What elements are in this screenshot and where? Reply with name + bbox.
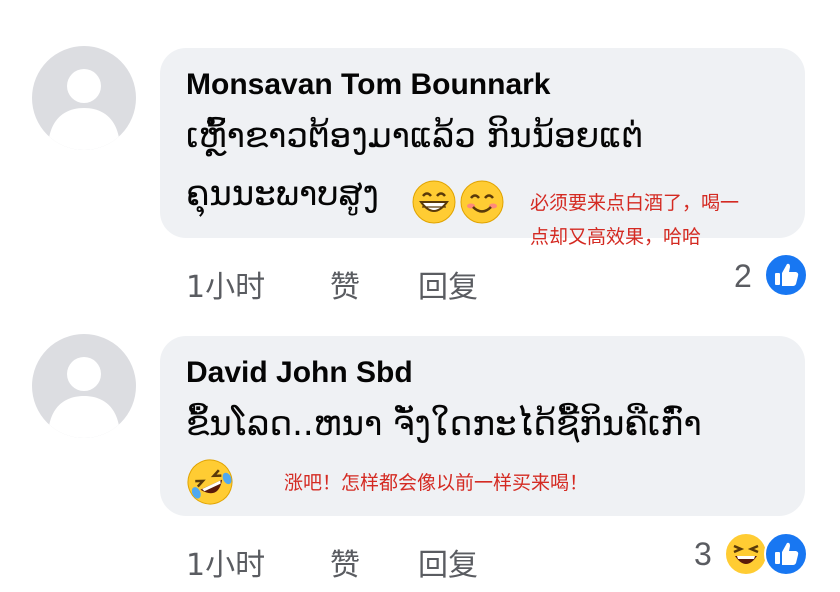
like-icon[interactable] xyxy=(764,532,808,576)
comment-timestamp[interactable]: 1小时 xyxy=(186,262,265,306)
comment-timestamp[interactable]: 1小时 xyxy=(186,540,265,584)
avatar[interactable] xyxy=(32,46,136,150)
translation-note: 点却又高效果，哈哈 xyxy=(530,226,702,248)
translation-note: 涨吧！怎样都会像以前一样买来喝！ xyxy=(284,472,589,494)
comment-text-line: ຄຸນນະພາບສູງ xyxy=(186,174,379,214)
reply-button[interactable]: 回复 xyxy=(418,540,478,584)
like-button[interactable]: 赞 xyxy=(330,540,360,584)
reaction-count[interactable]: 3 xyxy=(694,536,712,573)
like-icon[interactable] xyxy=(764,253,808,297)
comment-author[interactable]: David John Sbd xyxy=(186,356,413,390)
default-user-icon xyxy=(48,69,120,150)
grinning-face-icon xyxy=(412,180,456,224)
comment-author[interactable]: Monsavan Tom Bounnark xyxy=(186,68,550,102)
haha-icon[interactable] xyxy=(724,532,768,576)
rolling-laughing-face-icon xyxy=(187,459,233,505)
reply-button[interactable]: 回复 xyxy=(418,262,478,306)
like-button[interactable]: 赞 xyxy=(330,262,360,306)
translation-note: 必须要来点白酒了，喝一 xyxy=(530,192,740,214)
default-user-icon xyxy=(48,357,120,438)
reaction-count[interactable]: 2 xyxy=(734,258,752,295)
comment-text-line: ເຫຼົ້າຂາວຕ້ອງມາແລ້ວ ກິນນ້ອຍແຕ່ xyxy=(186,116,644,156)
smiling-face-icon xyxy=(460,180,504,224)
avatar[interactable] xyxy=(32,334,136,438)
comment-text-line: ຂຶ້ນໂລດ..ຫນາ ຈັ່ງໃດກະໄດ້ຊື້ກິນຄືເກົ່າ xyxy=(186,404,702,444)
